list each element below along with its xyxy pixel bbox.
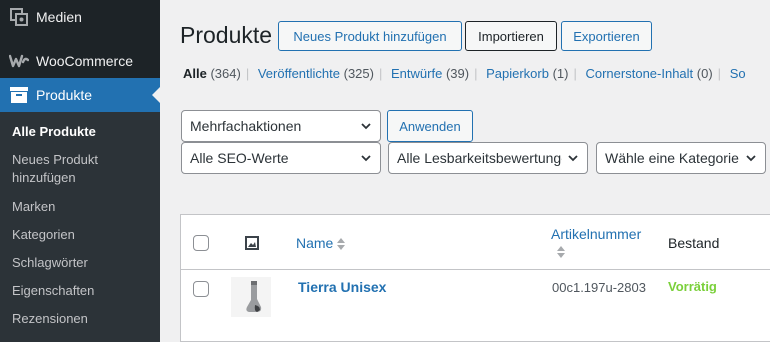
view-count: (1) (552, 66, 569, 81)
column-stock: Bestand (668, 235, 720, 251)
import-button[interactable]: Importieren (465, 21, 557, 51)
separator: | (378, 66, 383, 81)
separator: | (245, 66, 250, 81)
product-name-link[interactable]: Tierra Unisex (298, 279, 386, 295)
view-trash[interactable]: Papierkorb (486, 66, 549, 81)
seo-filter-value: Alle SEO-Werte (190, 150, 289, 166)
column-name-label: Name (296, 235, 334, 251)
chevron-down-icon (568, 155, 578, 162)
select-all-checkbox[interactable] (193, 235, 209, 251)
stock-status: Vorrätig (668, 279, 717, 294)
bulk-actions-value: Mehrfachaktionen (190, 118, 302, 134)
add-new-product-button[interactable]: Neues Produkt hinzufügen (278, 21, 462, 51)
view-all[interactable]: Alle (183, 66, 207, 81)
apply-button[interactable]: Anwenden (387, 110, 473, 142)
export-button[interactable]: Exportieren (561, 21, 652, 51)
row-checkbox[interactable] (193, 281, 209, 297)
menu-item-medien[interactable]: Medien (0, 0, 160, 34)
column-sku-label: Artikelnummer (551, 226, 642, 242)
submenu-item-categories[interactable]: Kategorien (12, 226, 152, 244)
seo-filter-select[interactable]: Alle SEO-Werte (181, 142, 381, 174)
image-icon (245, 236, 259, 250)
woocommerce-icon (9, 51, 29, 71)
category-filter-select[interactable]: Wähle eine Kategorie (596, 142, 766, 174)
chevron-down-icon (361, 123, 371, 130)
menu-item-produkte[interactable]: Produkte (0, 78, 160, 112)
view-drafts[interactable]: Entwürfe (391, 66, 442, 81)
bulk-actions-select[interactable]: Mehrfachaktionen (181, 110, 381, 142)
chevron-down-icon (746, 155, 756, 162)
readability-filter-select[interactable]: Alle Lesbarkeitsbewertungen (388, 142, 588, 174)
main-content: Produkte Neues Produkt hinzufügen Import… (160, 0, 770, 342)
status-views: Alle (364) | Veröffentlichte (325) | Entwü… (183, 66, 746, 81)
submenu-item-tags[interactable]: Schlagwörter (12, 254, 152, 272)
sort-icon (337, 238, 346, 251)
admin-sidebar: Medien WooCommerce Produkte Alle Produkt… (0, 0, 160, 342)
readability-filter-value: Alle Lesbarkeitsbewertungen (397, 150, 562, 166)
view-cornerstone[interactable]: Cornerstone-Inhalt (585, 66, 693, 81)
archive-icon (9, 85, 29, 105)
category-filter-value: Wähle eine Kategorie (605, 150, 739, 166)
column-name[interactable]: Name (296, 235, 346, 251)
product-sku: 00c1.197u-2803 (552, 280, 646, 295)
separator: | (717, 66, 722, 81)
table-header: Name Artikelnummer Bestand (181, 215, 770, 270)
menu-item-label: WooCommerce (36, 53, 133, 69)
menu-item-label: Medien (36, 9, 82, 25)
products-submenu: Alle Produkte Neues Produkt hinzufügen M… (0, 112, 160, 342)
separator: | (573, 66, 577, 81)
view-count: (364) (210, 66, 241, 81)
products-table: Name Artikelnummer Bestand Tierra Unisex… (180, 214, 770, 342)
submenu-item-add-new-product[interactable]: Neues Produkt hinzufügen (12, 151, 152, 187)
submenu-item-all-products[interactable]: Alle Produkte (12, 123, 152, 141)
view-published[interactable]: Veröffentlichte (258, 66, 340, 81)
column-sku[interactable]: Artikelnummer (551, 226, 641, 259)
product-thumbnail[interactable] (231, 277, 271, 317)
page-title: Produkte (180, 22, 273, 48)
view-count: (325) (343, 66, 374, 81)
submenu-item-brands[interactable]: Marken (12, 198, 152, 216)
sock-image (231, 277, 271, 317)
menu-item-woocommerce[interactable]: WooCommerce (0, 44, 160, 78)
view-count: (0) (696, 66, 713, 81)
view-count: (39) (445, 66, 470, 81)
chevron-down-icon (361, 155, 371, 162)
media-icon (9, 7, 29, 27)
separator: | (474, 66, 478, 81)
view-more[interactable]: So (730, 66, 746, 81)
submenu-item-attributes[interactable]: Eigenschaften (12, 282, 152, 300)
submenu-item-reviews[interactable]: Rezensionen (12, 310, 152, 328)
sort-icon (557, 246, 565, 259)
menu-item-label: Produkte (36, 87, 93, 103)
